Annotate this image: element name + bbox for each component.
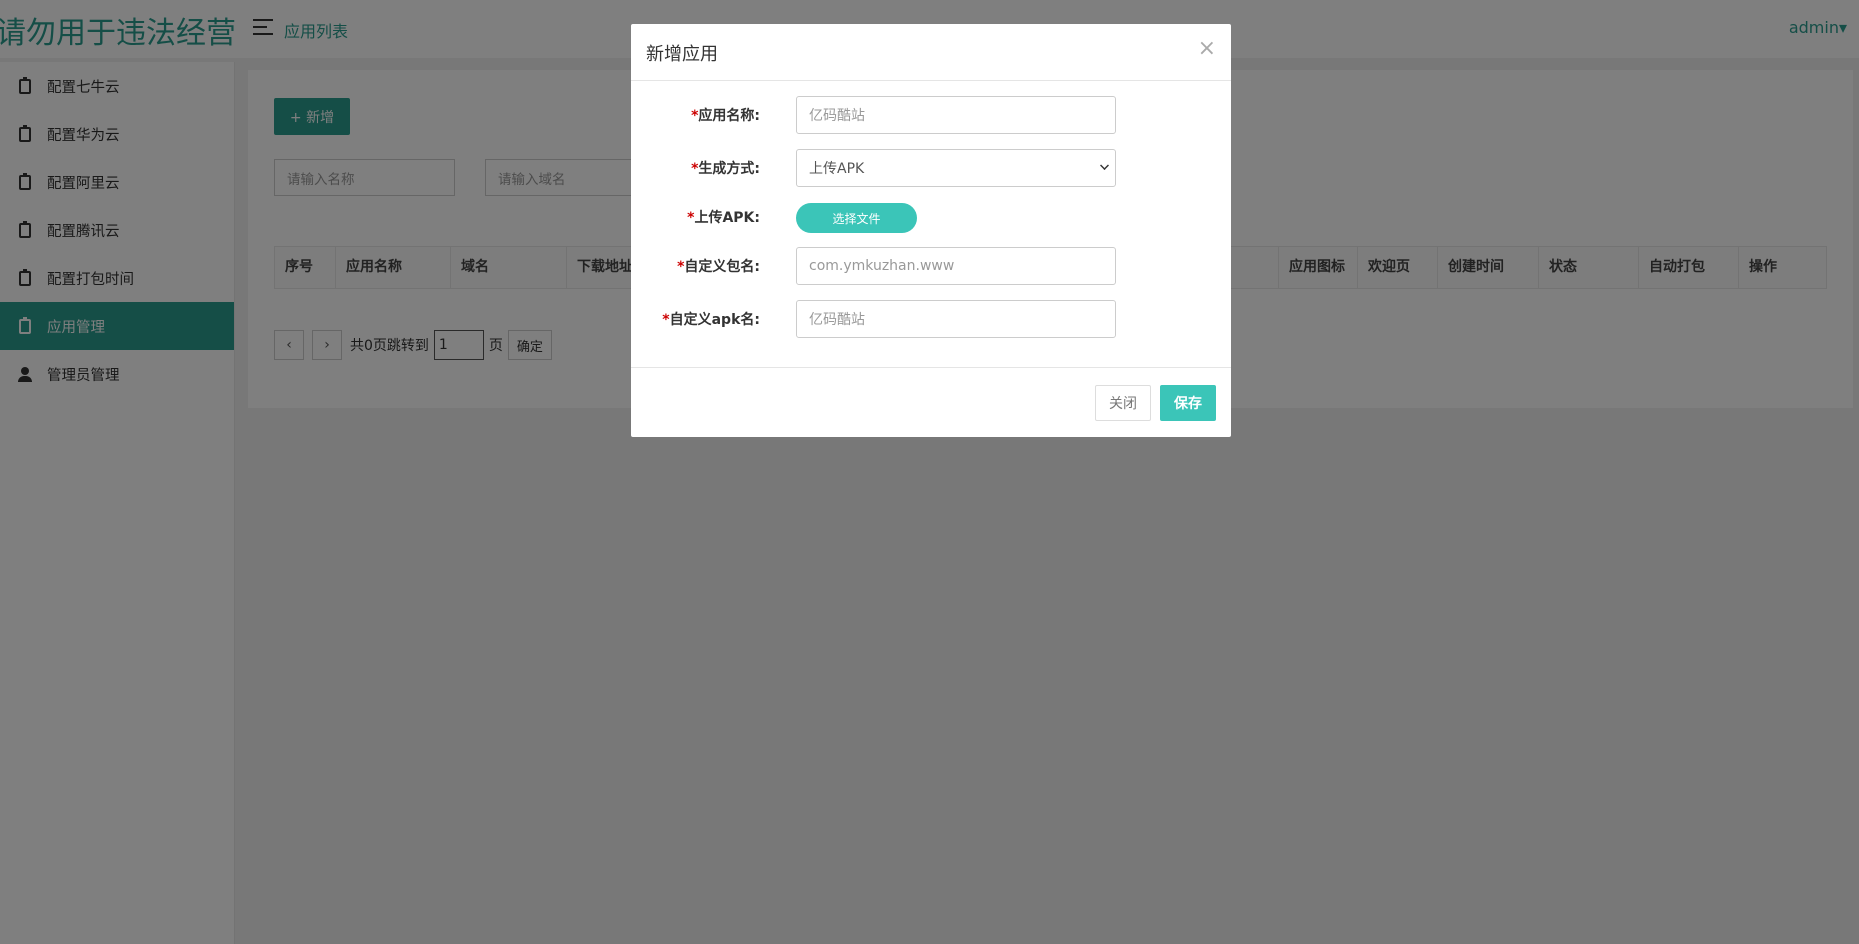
upload-apk-label: *上传APK: bbox=[687, 210, 760, 226]
dialog-header: 新增应用 × bbox=[631, 24, 1231, 81]
form-row-gen-method: *生成方式: 上传APK bbox=[631, 149, 1231, 187]
save-button[interactable]: 保存 bbox=[1160, 385, 1216, 421]
close-button[interactable]: 关闭 bbox=[1095, 385, 1151, 421]
gen-method-value: 上传APK bbox=[809, 161, 865, 177]
apk-name-label: *自定义apk名: bbox=[662, 312, 760, 328]
app-name-input[interactable]: 亿码酷站 bbox=[796, 96, 1116, 134]
package-name-input[interactable]: com.ymkuzhan.www bbox=[796, 247, 1116, 285]
gen-method-select[interactable]: 上传APK bbox=[796, 149, 1116, 187]
gen-method-label: *生成方式: bbox=[691, 161, 760, 177]
apk-name-input[interactable]: 亿码酷站 bbox=[796, 300, 1116, 338]
form-row-apk-name: *自定义apk名: 亿码酷站 bbox=[631, 300, 1231, 338]
form-row-app-name: *应用名称: 亿码酷站 bbox=[631, 96, 1231, 134]
choose-file-button[interactable]: 选择文件 bbox=[796, 203, 917, 233]
package-name-label: *自定义包名: bbox=[677, 259, 760, 275]
app-name-label: *应用名称: bbox=[691, 108, 760, 124]
dialog-footer: 关闭 保存 bbox=[631, 367, 1231, 437]
add-app-dialog: 新增应用 × *应用名称: 亿码酷站 *生成方式: 上传APK *上传APK: … bbox=[631, 24, 1231, 437]
form-row-package-name: *自定义包名: com.ymkuzhan.www bbox=[631, 247, 1231, 285]
chevron-down-icon bbox=[1100, 161, 1109, 170]
dialog-title: 新增应用 bbox=[646, 44, 718, 65]
form-row-upload-apk: *上传APK: 选择文件 bbox=[631, 202, 1231, 234]
close-icon[interactable]: × bbox=[1198, 36, 1216, 61]
